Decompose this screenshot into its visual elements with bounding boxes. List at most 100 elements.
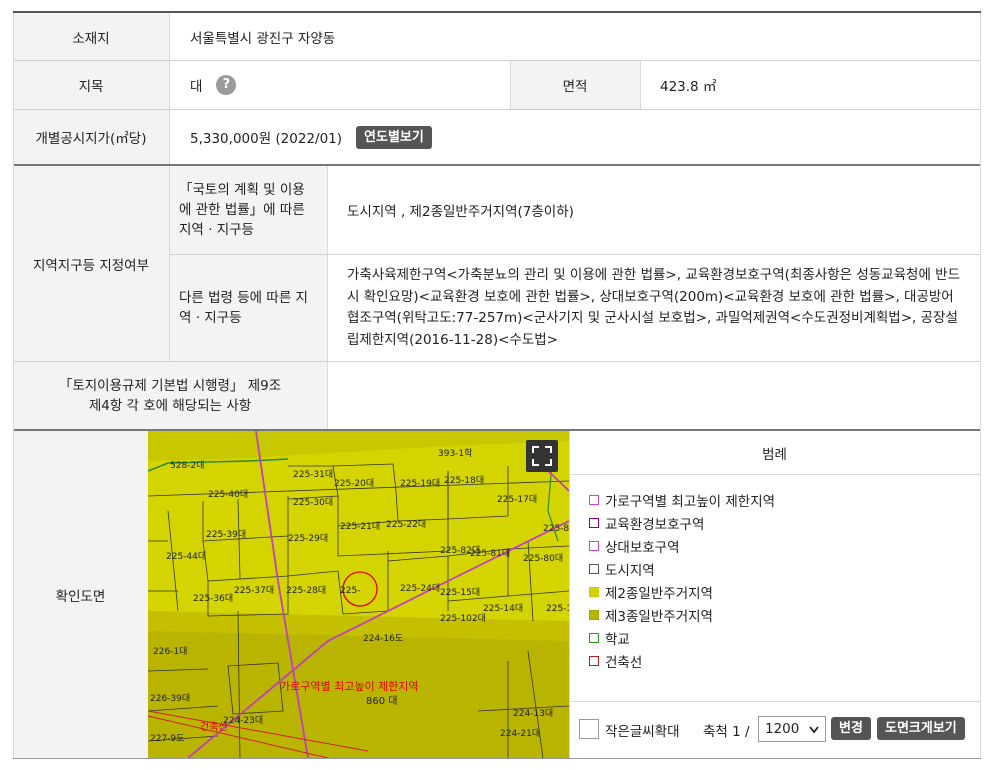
legend-item: 가로구역별 최고높이 제한지역 <box>589 490 775 510</box>
parcel-label: 225-37대 <box>234 585 274 596</box>
legend-label: 제3종일반주거지역 <box>605 609 713 625</box>
legend-swatch-icon <box>589 633 599 643</box>
land-map[interactable]: 393-1학 528-2대 225-31대 225-30대 225-40대 22… <box>148 431 569 758</box>
official-price-cell: 5,330,000원 (2022/01) 연도별보기 <box>169 110 981 164</box>
regulation-label: 「토지이용규제 기본법 시행령」 제9조 제4항 각 호에 해당되는 사항 <box>58 377 282 414</box>
legend-swatch-icon <box>589 541 599 551</box>
scale-select[interactable]: 1200 <box>758 716 826 742</box>
parcel-label: 227-9도 <box>150 734 184 744</box>
official-price-label: 개별공시지가(㎡당) <box>35 131 147 147</box>
parcel-label: 225-31대 <box>293 469 333 480</box>
parcel-label: 224-23대 <box>223 715 263 726</box>
parcel-label: 528-2대 <box>170 460 204 471</box>
legend-label: 건축선 <box>605 655 643 671</box>
zoning-sub1-value: 도시지역 , 제2종일반주거지역(7층이하) <box>347 204 574 220</box>
parcel-label: 225-81대 <box>470 548 510 559</box>
legend-item: 제3종일반주거지역 <box>589 605 713 625</box>
parcel-label: 225-22대 <box>386 519 426 530</box>
zoning-sub2-cell: 가축사육제한구역<가축분뇨의 관리 및 이용에 관한 법률>, 교육환경보호구역… <box>327 255 981 361</box>
location-label: 소재지 <box>72 30 110 47</box>
change-scale-button[interactable]: 변경 <box>831 717 871 740</box>
legend-item: 도시지역 <box>589 559 655 579</box>
legend-label: 교육환경보호구역 <box>605 517 705 533</box>
parcel-label: 225- <box>340 586 360 596</box>
land-category-header: 지목 <box>13 61 169 109</box>
land-category-label: 지목 <box>78 79 104 95</box>
parcel-label: 224-13대 <box>513 708 553 719</box>
legend-swatch-icon <box>589 564 599 574</box>
area-header: 면적 <box>510 61 640 109</box>
legend-label: 도시지역 <box>605 563 655 579</box>
parcel-label: 225-19대 <box>400 478 440 489</box>
area-value: 423.8 ㎡ <box>660 79 717 95</box>
land-category-cell: 대 ? <box>169 61 510 109</box>
legend-swatch-icon <box>589 495 599 505</box>
small-text-checkbox[interactable] <box>579 719 599 739</box>
parcel-label: 225-20대 <box>334 478 374 489</box>
zone-sub-label: 860 대 <box>366 695 397 707</box>
small-text-label: 작은글씨확대 <box>605 724 680 740</box>
legend-swatch-icon <box>589 518 599 528</box>
legend-item: 학교 <box>589 628 630 648</box>
parcel-label: 225-13대 <box>546 603 569 614</box>
official-price-value: 5,330,000원 (2022/01) <box>190 131 343 147</box>
regulation-cell <box>327 362 981 429</box>
help-icon[interactable]: ? <box>216 75 237 95</box>
zoning-sub2-header: 다른 법령 등에 따른 지역 · 지구등 <box>169 255 327 361</box>
location-cell: 서울특별시 광진구 자양동 <box>169 13 981 60</box>
zoning-sub2-label: 다른 법령 등에 따른 지역 · 지구등 <box>179 290 308 326</box>
legend-swatch-icon <box>589 656 599 666</box>
zoning-sub2-value: 가축사육제한구역<가축분뇨의 관리 및 이용에 관한 법률>, 교육환경보호구역… <box>347 267 960 348</box>
parcel-label: 226-1대 <box>153 646 187 657</box>
scale-select-value: 1200 <box>765 721 800 737</box>
fullscreen-button[interactable] <box>526 440 558 472</box>
map-row-label: 확인도면 <box>55 588 106 605</box>
official-price-header: 개별공시지가(㎡당) <box>13 110 169 164</box>
zoning-sub1-label: 「국토의 계획 및 이용에 관한 법률」에 따른 지역 · 지구등 <box>179 182 305 238</box>
parcel-label: 225-14대 <box>483 603 523 614</box>
parcel-label: 225-39대 <box>206 529 246 540</box>
parcel-label: 225-24대 <box>400 583 440 594</box>
parcel-label: 225-86대 <box>543 523 569 534</box>
legend-label: 가로구역별 최고높이 제한지역 <box>605 494 776 510</box>
parcel-label: 225-30대 <box>293 497 333 508</box>
legend-item: 교육환경보호구역 <box>589 513 704 533</box>
zoning-sub1-cell: 도시지역 , 제2종일반주거지역(7층이하) <box>327 166 981 254</box>
parcel-label: 225-80대 <box>523 553 563 564</box>
parcel-label: 225-18대 <box>444 475 484 486</box>
enlarge-map-button[interactable]: 도면크게보기 <box>877 717 965 740</box>
legend-swatch-icon <box>589 587 599 597</box>
location-value: 서울특별시 광진구 자양동 <box>190 30 336 47</box>
zoning-label: 지역지구등 지정여부 <box>32 257 150 274</box>
legend-label: 학교 <box>605 632 630 648</box>
legend-title-bar: 범례 <box>569 431 980 475</box>
map-row-header: 확인도면 <box>13 431 148 758</box>
parcel-label: 226-39대 <box>150 693 190 704</box>
area-cell: 423.8 ㎡ <box>640 61 981 109</box>
parcel-label: 225-21대 <box>340 521 380 532</box>
legend-title: 범례 <box>762 446 787 463</box>
zoning-sub1-header: 「국토의 계획 및 이용에 관한 법률」에 따른 지역 · 지구등 <box>169 166 327 254</box>
legend-item: 제2종일반주거지역 <box>589 582 713 602</box>
zoning-header: 지역지구등 지정여부 <box>13 166 169 361</box>
parcel-label: 225-29대 <box>288 533 328 544</box>
parcel-label: 224-21대 <box>500 728 540 739</box>
regulation-header: 「토지이용규제 기본법 시행령」 제9조 제4항 각 호에 해당되는 사항 <box>13 362 327 429</box>
parcel-label: 225-44대 <box>166 551 206 562</box>
legend-item: 상대보호구역 <box>589 536 680 556</box>
location-header: 소재지 <box>13 13 169 60</box>
legend-swatch-icon <box>589 610 599 620</box>
yearly-view-button[interactable]: 연도별보기 <box>356 125 432 149</box>
legend-item: 건축선 <box>589 651 642 671</box>
legend-label: 제2종일반주거지역 <box>605 586 713 602</box>
parcel-label: 393-1학 <box>438 448 472 459</box>
parcel-label: 225-102대 <box>440 613 486 624</box>
legend-label: 상대보호구역 <box>605 540 680 556</box>
land-category-value: 대 <box>190 79 203 95</box>
area-label: 면적 <box>562 79 588 95</box>
parcel-label: 225-36대 <box>193 593 233 604</box>
parcel-label: 224-16도 <box>363 634 403 644</box>
scale-label: 축척 1 / <box>703 724 750 740</box>
fullscreen-icon <box>532 446 552 466</box>
parcel-label: 225-28대 <box>286 585 326 596</box>
